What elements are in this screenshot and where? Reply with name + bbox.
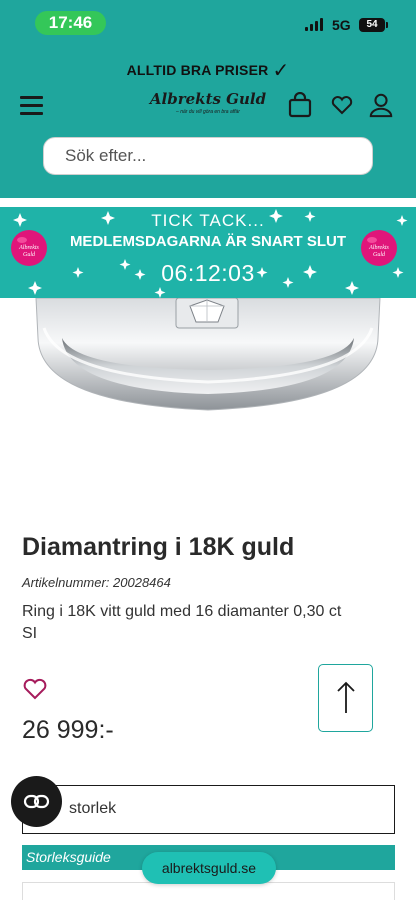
countdown-banner[interactable]: TICK TACK... MEDLEMSDAGARNA ÄR SNART SLU… bbox=[0, 207, 416, 298]
menu-icon[interactable] bbox=[20, 96, 43, 115]
scroll-to-top-button[interactable] bbox=[318, 664, 373, 732]
promo-text: ALLTID BRA PRISER bbox=[126, 62, 269, 78]
chat-icon bbox=[23, 794, 50, 809]
product-price: 26 999:- bbox=[22, 716, 114, 744]
logo-tagline: – när du vill göra en bra affär bbox=[176, 109, 240, 115]
signal-icon bbox=[305, 18, 325, 31]
svg-text:Guld: Guld bbox=[373, 252, 386, 258]
network-type: 5G bbox=[332, 17, 351, 33]
banner-line-1: TICK TACK... bbox=[151, 211, 265, 230]
product-description: Ring i 18K vitt guld med 16 diamanter 0,… bbox=[22, 603, 342, 642]
browser-url-bar[interactable]: albrektsguld.se bbox=[142, 852, 276, 884]
svg-text:Albrekts: Albrekts bbox=[368, 245, 389, 251]
check-icon: ✓ bbox=[272, 60, 290, 82]
status-bar: 17:46 5G 54 bbox=[0, 0, 416, 46]
user-icon[interactable] bbox=[368, 92, 394, 118]
article-number: Artikelnummer: 20028464 bbox=[22, 575, 171, 590]
search-input[interactable]: Sök efter... bbox=[43, 137, 373, 175]
balloon-icon: Albrekts Guld bbox=[11, 230, 47, 266]
balloon-icon: Albrekts Guld bbox=[361, 230, 397, 266]
battery-icon: 54 bbox=[359, 18, 388, 32]
chat-button[interactable] bbox=[11, 776, 62, 827]
svg-text:Guld: Guld bbox=[23, 252, 36, 258]
brand-logo[interactable]: Albrekts Guld – när du vill göra en bra … bbox=[148, 90, 268, 124]
app-screen: 17:46 5G 54 ALLTID BRA PRISER ✓ Albrekts … bbox=[0, 0, 416, 900]
arrow-up-icon bbox=[337, 681, 355, 713]
banner-line-2: MEDLEMSDAGARNA ÄR SNART SLUT bbox=[69, 233, 347, 250]
product-image[interactable] bbox=[0, 298, 416, 488]
nav-bar: Albrekts Guld – när du vill göra en bra … bbox=[0, 88, 416, 124]
size-select[interactable]: storlek bbox=[22, 785, 395, 834]
countdown-timer: 06:12:03 bbox=[161, 260, 255, 286]
site-header: 17:46 5G 54 ALLTID BRA PRISER ✓ Albrekts … bbox=[0, 0, 416, 198]
heart-icon[interactable] bbox=[329, 92, 355, 118]
wishlist-heart-icon[interactable] bbox=[22, 676, 48, 700]
logo-text: Albrekts Guld bbox=[149, 90, 267, 108]
promo-line: ALLTID BRA PRISER ✓ bbox=[0, 58, 416, 83]
cart-bag-icon[interactable] bbox=[287, 92, 313, 118]
product-title: Diamantring i 18K guld bbox=[22, 533, 295, 561]
content-box bbox=[22, 882, 395, 900]
svg-text:Albrekts: Albrekts bbox=[18, 245, 39, 251]
status-time: 17:46 bbox=[35, 11, 106, 35]
